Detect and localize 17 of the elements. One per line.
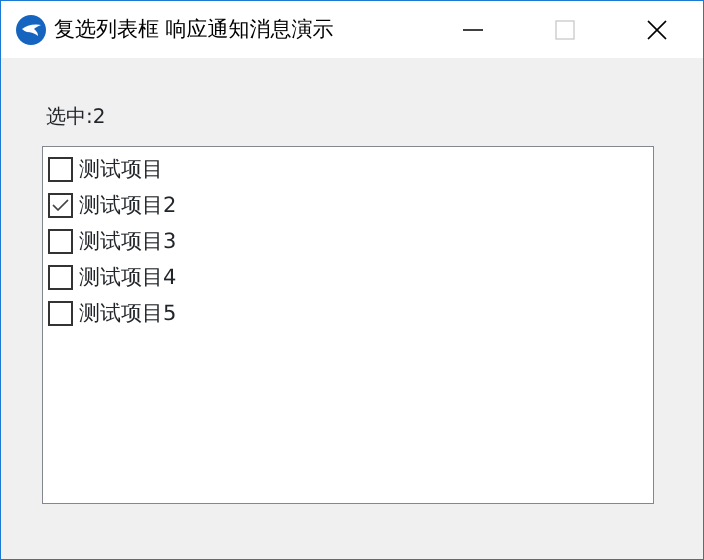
checkbox[interactable] (48, 192, 73, 218)
selection-count-label: 选中:2 (46, 103, 106, 130)
item-label[interactable]: 测试项目 (79, 155, 163, 183)
checkbox[interactable] (48, 228, 73, 254)
item-label[interactable]: 测试项目3 (79, 227, 176, 255)
window-title: 复选列表框 响应通知消息演示 (54, 16, 334, 43)
maximize-icon (555, 20, 575, 40)
checkbox[interactable] (48, 156, 73, 182)
checkbox[interactable] (48, 300, 73, 326)
check-icon (52, 198, 69, 212)
item-label[interactable]: 测试项目4 (79, 263, 176, 291)
item-label[interactable]: 测试项目2 (79, 191, 176, 219)
checkbox[interactable] (48, 264, 73, 290)
app-logo-icon (16, 14, 46, 44)
minimize-icon (463, 28, 483, 30)
close-icon (646, 18, 668, 40)
item-label[interactable]: 测试项目5 (79, 299, 176, 327)
